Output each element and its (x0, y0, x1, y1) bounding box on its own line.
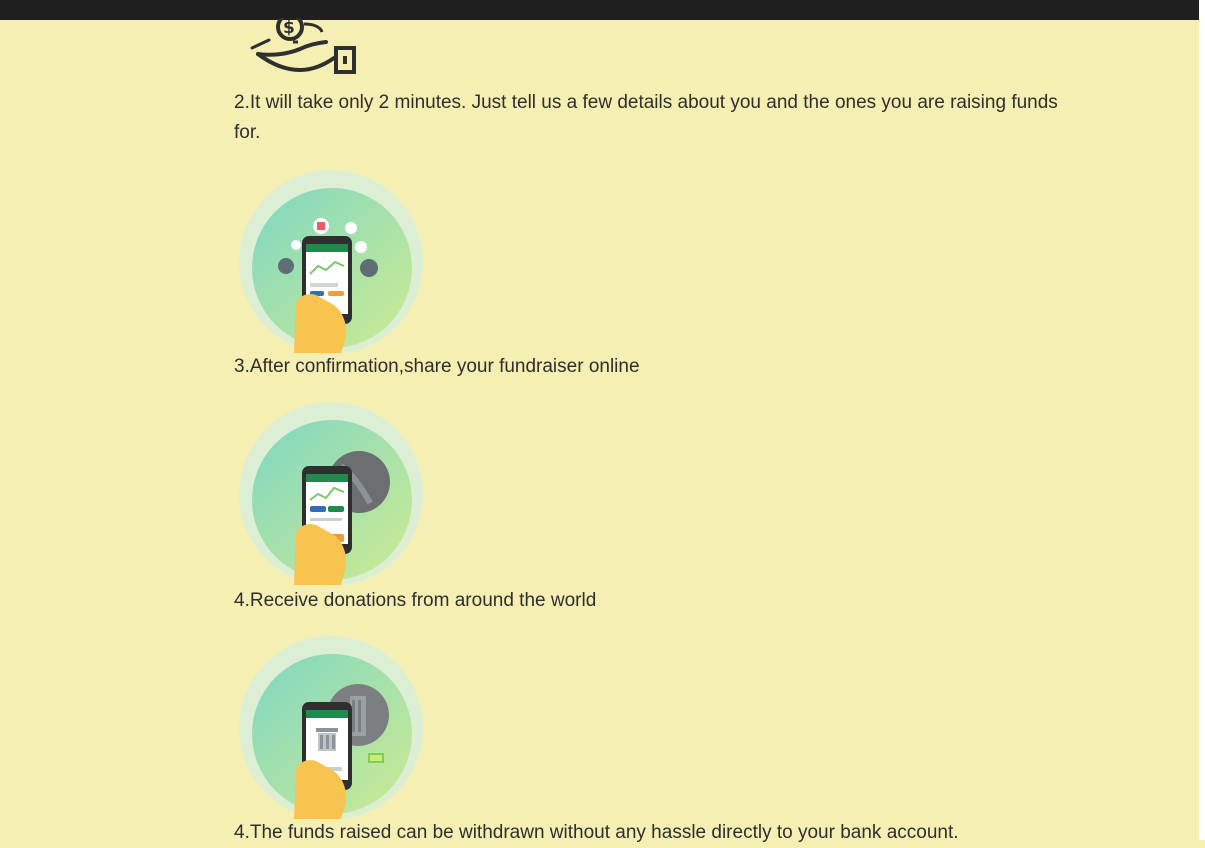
step-4-text: 4.Receive donations from around the worl… (234, 590, 597, 611)
step-3-text: 3.After confirmation,share your fundrais… (234, 356, 640, 377)
donation-phone-icon (234, 402, 429, 587)
browser-top-bar (0, 0, 1205, 20)
bank-phone-icon (234, 636, 429, 821)
svg-text:$: $ (283, 18, 295, 38)
scrollbar-track[interactable] (1199, 0, 1205, 840)
share-phone-icon (234, 170, 429, 355)
hand-coin-icon: $ (234, 18, 364, 80)
step-5-text: 4.The funds raised can be withdrawn with… (234, 822, 959, 843)
step-2-text: 2.It will take only 2 minutes. Just tell… (234, 92, 1058, 143)
